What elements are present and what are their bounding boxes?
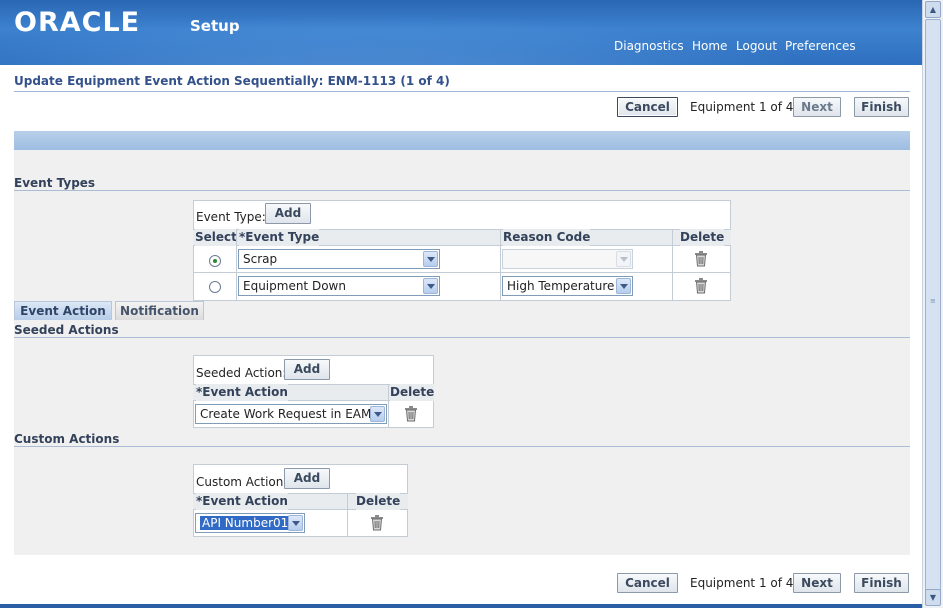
tab-notification[interactable]: Notification xyxy=(115,301,204,320)
col-divider xyxy=(236,229,237,301)
col-event-type: *Event Type xyxy=(239,229,320,246)
seeded-action-add-label: Seeded Action: xyxy=(196,366,287,380)
trash-icon[interactable] xyxy=(694,278,708,294)
add-event-type-button[interactable]: Add xyxy=(265,203,311,224)
bottom-border xyxy=(0,604,922,608)
row-select-radio[interactable] xyxy=(209,255,221,267)
title-divider xyxy=(14,91,910,92)
seeded-actions-divider xyxy=(14,337,910,338)
custom-actions-header: Custom Actions xyxy=(14,432,120,446)
scroll-up-button[interactable]: ▲ xyxy=(925,1,941,18)
row-divider xyxy=(193,272,731,273)
trash-icon[interactable] xyxy=(404,406,418,422)
finish-button-top[interactable]: Finish xyxy=(854,97,909,117)
cancel-button-top[interactable]: Cancel xyxy=(617,97,678,117)
content-header-bar xyxy=(14,131,910,150)
custom-actions-divider xyxy=(14,446,910,447)
event-type-select[interactable]: Equipment Down xyxy=(238,276,440,296)
event-types-header: Event Types xyxy=(14,176,96,190)
content-area xyxy=(14,131,910,555)
nav-link-diagnostics[interactable]: Diagnostics xyxy=(614,39,684,53)
col-divider xyxy=(672,229,673,301)
col-divider xyxy=(500,229,501,301)
reason-code-select[interactable]: High Temperature xyxy=(502,276,633,296)
col-select: Select xyxy=(195,229,237,246)
col-divider xyxy=(347,493,348,537)
next-button-bottom[interactable]: Next xyxy=(793,573,841,593)
col-event-action: *Event Action xyxy=(196,384,288,401)
nav-link-logout[interactable]: Logout xyxy=(736,39,777,53)
page-title: Update Equipment Event Action Sequential… xyxy=(14,74,450,88)
event-types-divider xyxy=(14,190,910,191)
col-event-action: *Event Action xyxy=(196,493,288,510)
trash-icon[interactable] xyxy=(370,515,384,531)
col-reason-code: Reason Code xyxy=(503,229,591,246)
col-delete: Delete xyxy=(356,493,401,510)
finish-button-bottom[interactable]: Finish xyxy=(854,573,909,593)
event-type-select[interactable]: Scrap xyxy=(238,249,440,269)
add-custom-action-button[interactable]: Add xyxy=(284,468,330,489)
row-select-radio[interactable] xyxy=(209,281,221,293)
seeded-actions-header: Seeded Actions xyxy=(14,323,119,337)
equipment-position-bottom: Equipment 1 of 4 xyxy=(690,576,794,590)
equipment-position-top: Equipment 1 of 4 xyxy=(690,100,794,114)
event-type-add-label: Event Type: xyxy=(196,210,266,224)
tab-event-action[interactable]: Event Action xyxy=(14,301,112,320)
nav-link-preferences[interactable]: Preferences xyxy=(785,39,856,53)
custom-action-add-label: Custom Action: xyxy=(196,475,288,489)
scroll-thumb[interactable]: ≡ xyxy=(925,19,941,594)
custom-event-action-select[interactable]: API Number01 xyxy=(195,513,305,533)
app-name: Setup xyxy=(190,17,240,35)
reason-code-select xyxy=(502,249,633,269)
oracle-logo: ORACLE xyxy=(14,7,141,38)
col-delete: Delete xyxy=(680,229,725,246)
seeded-event-action-select[interactable]: Create Work Request in EAM xyxy=(195,404,387,424)
add-seeded-action-button[interactable]: Add xyxy=(284,359,330,380)
col-divider xyxy=(388,384,389,428)
col-delete: Delete xyxy=(390,384,435,401)
scroll-down-button[interactable]: ▼ xyxy=(925,589,941,606)
cancel-button-bottom[interactable]: Cancel xyxy=(617,573,678,593)
trash-icon[interactable] xyxy=(694,251,708,267)
next-button-top[interactable]: Next xyxy=(793,97,841,117)
nav-link-home[interactable]: Home xyxy=(692,39,727,53)
vertical-scrollbar[interactable]: ▲ ≡ ▼ xyxy=(922,0,943,608)
